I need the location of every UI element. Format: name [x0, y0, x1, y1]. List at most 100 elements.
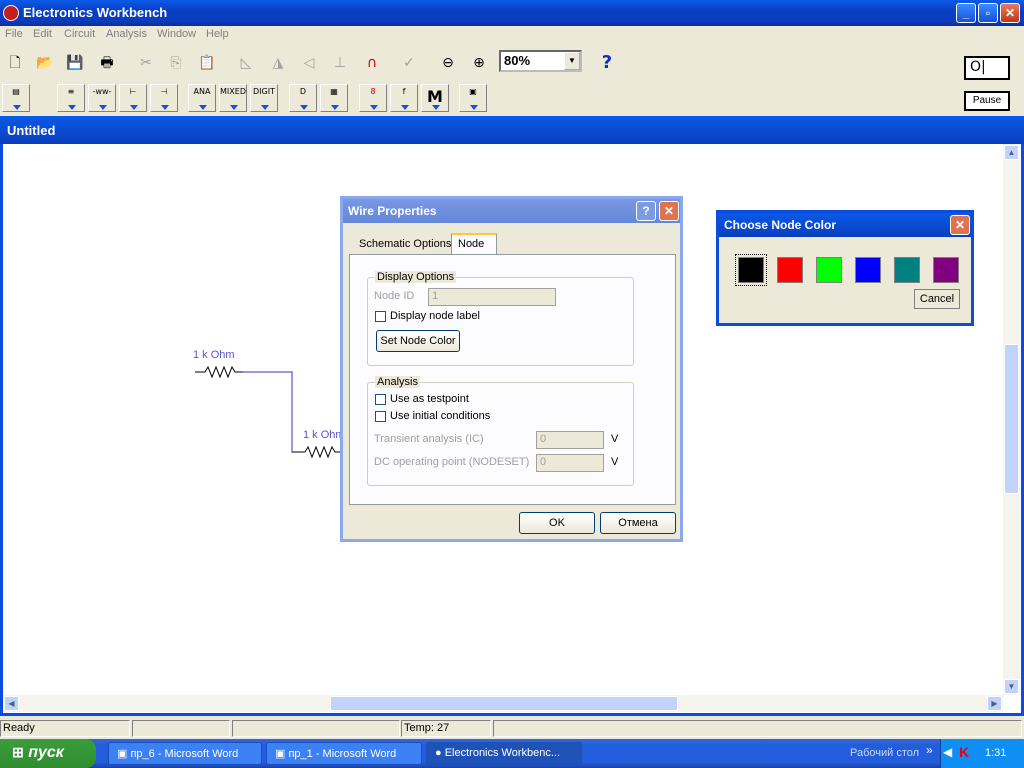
- menu-window[interactable]: Window: [157, 28, 196, 40]
- color-swatch-purple[interactable]: [933, 257, 959, 283]
- menu-circuit[interactable]: Circuit: [64, 28, 95, 40]
- vertical-scroll-thumb[interactable]: [1004, 344, 1019, 494]
- chevron-down-icon[interactable]: ▼: [564, 52, 580, 70]
- scroll-left-icon[interactable]: ◀: [4, 696, 19, 711]
- task-label: пр_1 - Microsoft Word: [288, 748, 397, 760]
- status-ready: Ready: [0, 720, 130, 737]
- mixed-ic-bin-icon[interactable]: MIXED: [219, 84, 247, 112]
- language-icon[interactable]: ◀: [943, 745, 952, 759]
- use-testpoint-checkbox[interactable]: [375, 394, 386, 405]
- digital-ic-bin-icon[interactable]: DIGIT: [250, 84, 278, 112]
- taskbar-item-ewb[interactable]: ● Electronics Workbenc...: [426, 742, 582, 765]
- graph-icon[interactable]: ∩: [359, 50, 385, 76]
- scroll-up-icon[interactable]: ▲: [1004, 145, 1019, 160]
- use-testpoint-text: Use as testpoint: [390, 393, 469, 405]
- indicators-bin-icon[interactable]: 8: [359, 84, 387, 112]
- basic-bin-icon[interactable]: -ww-: [88, 84, 116, 112]
- sources-bin-icon[interactable]: ≡: [57, 84, 85, 112]
- parts-bin-toggle-icon[interactable]: ▤: [2, 84, 30, 112]
- close-button[interactable]: ✕: [1000, 3, 1020, 23]
- rotate-icon[interactable]: ◺: [233, 50, 259, 76]
- analog-ic-bin-icon[interactable]: ANA: [188, 84, 216, 112]
- controls-bin-icon[interactable]: f: [390, 84, 418, 112]
- tab-schematic-options[interactable]: Schematic Options: [355, 238, 455, 250]
- digital-bin-icon[interactable]: ▦: [320, 84, 348, 112]
- chevron-double-icon[interactable]: »: [926, 743, 933, 757]
- set-node-color-button[interactable]: Set Node Color: [376, 330, 460, 352]
- color-swatch-blue[interactable]: [855, 257, 881, 283]
- antivirus-icon[interactable]: K: [959, 744, 969, 760]
- transient-unit: V: [611, 433, 619, 445]
- minimize-button[interactable]: _: [956, 3, 976, 23]
- use-initial-conditions-checkbox[interactable]: [375, 411, 386, 422]
- transient-field[interactable]: 0: [536, 431, 604, 449]
- status-pane: [132, 720, 230, 737]
- new-file-icon[interactable]: 🗋: [2, 50, 28, 76]
- color-swatch-red[interactable]: [777, 257, 803, 283]
- cut-icon[interactable]: ✂: [133, 50, 159, 76]
- color-swatch-green[interactable]: [816, 257, 842, 283]
- horizontal-scrollbar[interactable]: ◀ ▶: [3, 695, 1003, 712]
- open-folder-icon[interactable]: 📂: [32, 50, 58, 76]
- flip-vertical-icon[interactable]: ◁: [296, 50, 322, 76]
- vertical-scrollbar[interactable]: ▲ ▼: [1003, 144, 1020, 695]
- digital-ic-label: DIGIT: [253, 87, 275, 96]
- restore-button[interactable]: ▫: [978, 3, 998, 23]
- save-icon[interactable]: 💾: [62, 50, 88, 76]
- display-node-label-checkbox[interactable]: [375, 311, 386, 322]
- desktop-toolbar-label[interactable]: Рабочий стол: [850, 747, 919, 759]
- node-id-field[interactable]: 1: [428, 288, 556, 306]
- menu-edit[interactable]: Edit: [33, 28, 52, 40]
- status-temp: Temp: 27: [401, 720, 491, 737]
- copy-icon[interactable]: ⎘: [163, 50, 189, 76]
- pause-button[interactable]: Pause: [964, 91, 1010, 111]
- zoom-out-icon[interactable]: ⊖: [435, 50, 461, 76]
- tab-node[interactable]: Node: [451, 233, 497, 255]
- power-switch[interactable]: O|: [964, 56, 1010, 80]
- misc-bin-icon[interactable]: M: [421, 84, 449, 112]
- dcop-unit: V: [611, 456, 619, 468]
- menu-analysis[interactable]: Analysis: [106, 28, 147, 40]
- status-pane: [232, 720, 400, 737]
- start-label: пуск: [28, 744, 64, 761]
- task-label: Electronics Workbenc...: [444, 747, 561, 759]
- paste-icon[interactable]: 📋: [194, 50, 220, 76]
- close-icon[interactable]: ✕: [659, 201, 679, 221]
- cancel-button[interactable]: Отмена: [600, 512, 676, 534]
- help-button[interactable]: ?: [594, 50, 620, 76]
- print-icon[interactable]: 🖶: [94, 50, 120, 76]
- flip-horizontal-icon[interactable]: ◮: [265, 50, 291, 76]
- color-swatch-teal[interactable]: [894, 257, 920, 283]
- menu-help[interactable]: Help: [206, 28, 229, 40]
- subcircuit-icon[interactable]: ⊥: [327, 50, 353, 76]
- start-button[interactable]: ⊞ пуск: [0, 739, 96, 768]
- menu-file[interactable]: File: [5, 28, 23, 40]
- cancel-button[interactable]: Cancel: [914, 289, 960, 309]
- document-title: Untitled: [0, 116, 1024, 144]
- dialog-titlebar: Choose Node Color ✕: [719, 213, 971, 237]
- logic-gates-bin-icon[interactable]: D: [289, 84, 317, 112]
- zoom-select[interactable]: 80% ▼: [499, 50, 582, 72]
- wire-properties-dialog: Wire Properties ? ✕ Schematic Options No…: [340, 196, 683, 542]
- horizontal-scroll-thumb[interactable]: [330, 696, 678, 711]
- instruments-bin-icon[interactable]: ▣: [459, 84, 487, 112]
- taskbar-item-word-1[interactable]: ▣ пр_1 - Microsoft Word: [266, 742, 422, 765]
- color-swatch-black[interactable]: [738, 257, 764, 283]
- dialog-title: Wire Properties: [348, 204, 437, 218]
- transistors-bin-icon[interactable]: ⊣: [150, 84, 178, 112]
- dcop-field[interactable]: 0: [536, 454, 604, 472]
- scroll-right-icon[interactable]: ▶: [987, 696, 1002, 711]
- taskbar-item-word-6[interactable]: ▣ пр_6 - Microsoft Word: [108, 742, 262, 765]
- component-properties-icon[interactable]: ✓: [396, 50, 422, 76]
- help-icon[interactable]: ?: [636, 201, 656, 221]
- ok-button[interactable]: OK: [519, 512, 595, 534]
- menubar: File Edit Circuit Analysis Window Help: [0, 26, 1024, 44]
- app-title: Electronics Workbench: [23, 5, 168, 20]
- scroll-down-icon[interactable]: ▼: [1004, 679, 1019, 694]
- close-icon[interactable]: ✕: [950, 215, 970, 235]
- zoom-in-icon[interactable]: ⊕: [466, 50, 492, 76]
- group-title: Analysis: [375, 376, 420, 388]
- resistor-label: 1 k Ohm: [193, 349, 235, 361]
- status-pane: [493, 720, 1022, 737]
- diodes-bin-icon[interactable]: ⊢: [119, 84, 147, 112]
